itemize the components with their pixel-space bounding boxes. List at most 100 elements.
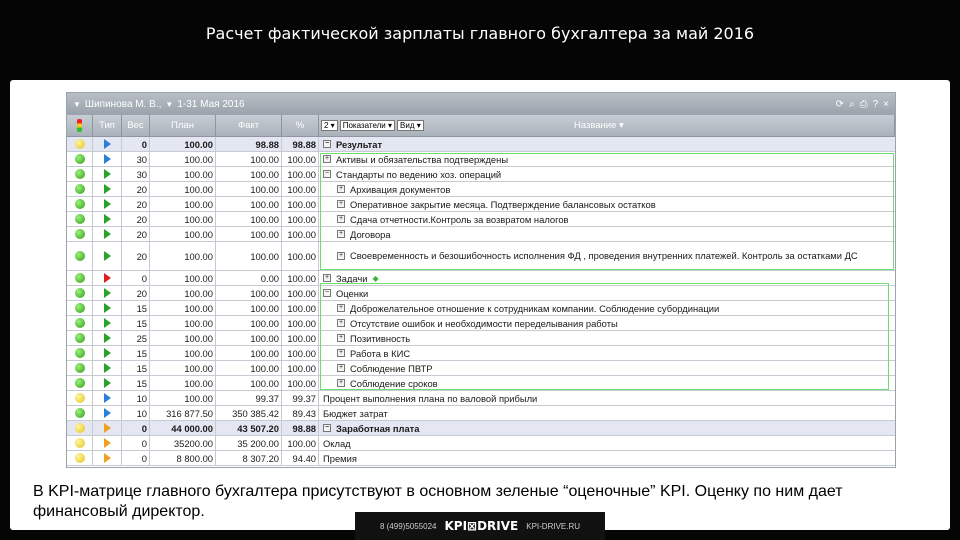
table-row[interactable]: 30 100.00 100.00 100.00− Стандарты по ведени… bbox=[67, 167, 895, 182]
type-cell[interactable] bbox=[93, 301, 122, 315]
name-cell[interactable]: − Оценки bbox=[319, 286, 895, 300]
name-cell[interactable]: + Работа в КИС bbox=[319, 346, 895, 360]
name-cell[interactable]: Процент выполнения плана по валовой приб… bbox=[319, 391, 895, 405]
percent-column-header[interactable]: % bbox=[282, 115, 319, 136]
expand-icon[interactable]: + bbox=[337, 200, 345, 208]
type-cell[interactable] bbox=[93, 391, 122, 405]
expand-icon[interactable]: + bbox=[337, 230, 345, 238]
expand-icon[interactable]: + bbox=[337, 319, 345, 327]
type-cell[interactable] bbox=[93, 406, 122, 420]
expand-icon[interactable]: + bbox=[337, 215, 345, 223]
table-row[interactable]: 20 100.00 100.00 100.00 + Сдача отчетности.Ко… bbox=[67, 212, 895, 227]
close-icon[interactable]: × bbox=[883, 99, 889, 110]
collapse-icon[interactable]: − bbox=[323, 140, 331, 148]
table-row[interactable]: 20 100.00 100.00 100.00 + Оперативное закрыти… bbox=[67, 197, 895, 212]
name-cell[interactable]: − Стандарты по ведению хоз. операций bbox=[319, 167, 895, 181]
name-cell[interactable]: + Задачи ◆ bbox=[319, 271, 895, 285]
type-cell[interactable] bbox=[93, 152, 122, 166]
expand-icon[interactable]: + bbox=[337, 185, 345, 193]
period-label[interactable]: 1-31 Мая 2016 bbox=[177, 99, 244, 110]
expand-icon[interactable]: + bbox=[337, 252, 345, 260]
expand-icon[interactable]: + bbox=[337, 349, 345, 357]
type-cell[interactable] bbox=[93, 421, 122, 435]
type-cell[interactable] bbox=[93, 361, 122, 375]
type-cell[interactable] bbox=[93, 286, 122, 300]
name-cell[interactable]: Премия bbox=[319, 451, 895, 465]
collapse-icon[interactable]: − bbox=[323, 424, 331, 432]
name-cell[interactable]: − Заработная плата bbox=[319, 421, 895, 435]
table-row[interactable]: 20 100.00 100.00 100.00 + Архивация документо… bbox=[67, 182, 895, 197]
user-dropdown-icon[interactable]: ▼ bbox=[73, 100, 81, 109]
type-cell[interactable] bbox=[93, 316, 122, 330]
name-cell[interactable]: Оклад bbox=[319, 436, 895, 450]
name-cell[interactable]: + Позитивность bbox=[319, 331, 895, 345]
name-cell[interactable]: + Доброжелательное отношение к сотрудника… bbox=[319, 301, 895, 315]
type-cell[interactable] bbox=[93, 182, 122, 196]
table-row[interactable]: 15 100.00 100.00 100.00 + Соблюдение ПВТР bbox=[67, 361, 895, 376]
weight-column-header[interactable]: Вес bbox=[122, 115, 150, 136]
expand-icon[interactable]: + bbox=[337, 364, 345, 372]
table-row[interactable]: 25 100.00 100.00 100.00 + Позитивность bbox=[67, 331, 895, 346]
table-row[interactable]: 0 44 000.00 43 507.20 98.88− Заработная плат… bbox=[67, 421, 895, 436]
name-header-label[interactable]: Название ▾ bbox=[426, 120, 892, 131]
period-dropdown-icon[interactable]: ▼ bbox=[165, 100, 173, 109]
footer-site[interactable]: KPI-DRIVE.RU bbox=[526, 522, 580, 531]
expand-icon[interactable]: + bbox=[337, 379, 345, 387]
type-cell[interactable] bbox=[93, 212, 122, 226]
refresh-icon[interactable]: ⟳ bbox=[836, 99, 844, 110]
print-icon[interactable]: ⎙ bbox=[860, 99, 868, 110]
name-cell[interactable]: + Отсутствие ошибок и необходимости перед… bbox=[319, 316, 895, 330]
type-cell[interactable] bbox=[93, 331, 122, 345]
collapse-icon[interactable]: − bbox=[323, 170, 331, 178]
table-row[interactable]: 15 100.00 100.00 100.00 + Соблюдение сроков bbox=[67, 376, 895, 391]
view-select[interactable]: Вид ▾ bbox=[397, 120, 424, 131]
name-cell[interactable]: + Архивация документов bbox=[319, 182, 895, 196]
table-row[interactable]: 15 100.00 100.00 100.00 + Отсутствие ошибок и… bbox=[67, 316, 895, 331]
type-cell[interactable] bbox=[93, 197, 122, 211]
expand-icon[interactable]: + bbox=[337, 304, 345, 312]
level-select[interactable]: 2 ▾ bbox=[321, 120, 338, 131]
plan-column-header[interactable]: План bbox=[150, 115, 216, 136]
name-cell[interactable]: + Соблюдение ПВТР bbox=[319, 361, 895, 375]
type-cell[interactable] bbox=[93, 436, 122, 450]
fact-column-header[interactable]: Факт bbox=[216, 115, 282, 136]
table-row[interactable]: 20 100.00 100.00 100.00 + Договора bbox=[67, 227, 895, 242]
table-row[interactable]: 10 100.00 99.37 99.37 Процент выполнения пла… bbox=[67, 391, 895, 406]
indicators-select[interactable]: Показатели ▾ bbox=[339, 120, 396, 131]
name-cell[interactable]: + Своевременность и безошибочность исполн… bbox=[319, 242, 895, 270]
type-cell[interactable] bbox=[93, 451, 122, 465]
type-cell[interactable] bbox=[93, 227, 122, 241]
table-row[interactable]: 0 100.00 98.88 98.88− Результат bbox=[67, 137, 895, 152]
name-cell[interactable]: + Оперативное закрытие месяца. Подтвержде… bbox=[319, 197, 895, 211]
name-cell[interactable]: − Результат bbox=[319, 137, 895, 151]
status-column-header[interactable] bbox=[67, 115, 93, 136]
expand-icon[interactable]: + bbox=[337, 334, 345, 342]
table-row[interactable]: 10 316 877.50 350 385.42 89.43 Бюджет затрат bbox=[67, 406, 895, 421]
name-cell[interactable]: + Сдача отчетности.Контроль за возвратом … bbox=[319, 212, 895, 226]
type-cell[interactable] bbox=[93, 346, 122, 360]
collapse-icon[interactable]: − bbox=[323, 289, 331, 297]
table-row[interactable]: 20 100.00 100.00 100.00 + Своевременность и б… bbox=[67, 242, 895, 271]
table-row[interactable]: 0 100.00 0.00 100.00 + Задачи ◆ bbox=[67, 271, 895, 286]
name-cell[interactable]: + Активы и обязательства подтверждены bbox=[319, 152, 895, 166]
table-row[interactable]: 08 800.00 8 307.20 94.40 Премия bbox=[67, 451, 895, 466]
name-cell[interactable]: + Соблюдение сроков bbox=[319, 376, 895, 390]
name-cell[interactable]: Бюджет затрат bbox=[319, 406, 895, 420]
table-row[interactable]: 30 100.00 100.00 100.00 + Активы и обязательс… bbox=[67, 152, 895, 167]
expand-icon[interactable]: + bbox=[323, 274, 331, 282]
type-cell[interactable] bbox=[93, 376, 122, 390]
help-icon[interactable]: ? bbox=[873, 99, 879, 110]
type-column-header[interactable]: Тип bbox=[93, 115, 122, 136]
table-row[interactable]: 0 35200.00 35 200.00 100.00 Оклад bbox=[67, 436, 895, 451]
table-row[interactable]: 15 100.00 100.00 100.00 + Работа в КИС bbox=[67, 346, 895, 361]
type-cell[interactable] bbox=[93, 242, 122, 270]
table-row[interactable]: 20 100.00 100.00 100.00− Оценки bbox=[67, 286, 895, 301]
type-cell[interactable] bbox=[93, 137, 122, 151]
type-cell[interactable] bbox=[93, 167, 122, 181]
expand-icon[interactable]: + bbox=[323, 155, 331, 163]
search-icon[interactable]: ⌕ bbox=[849, 99, 855, 110]
name-cell[interactable]: + Договора bbox=[319, 227, 895, 241]
type-cell[interactable] bbox=[93, 271, 122, 285]
user-name[interactable]: Шипинова М. В., bbox=[85, 99, 162, 110]
table-row[interactable]: 15 100.00 100.00 100.00 + Доброжелательное от… bbox=[67, 301, 895, 316]
